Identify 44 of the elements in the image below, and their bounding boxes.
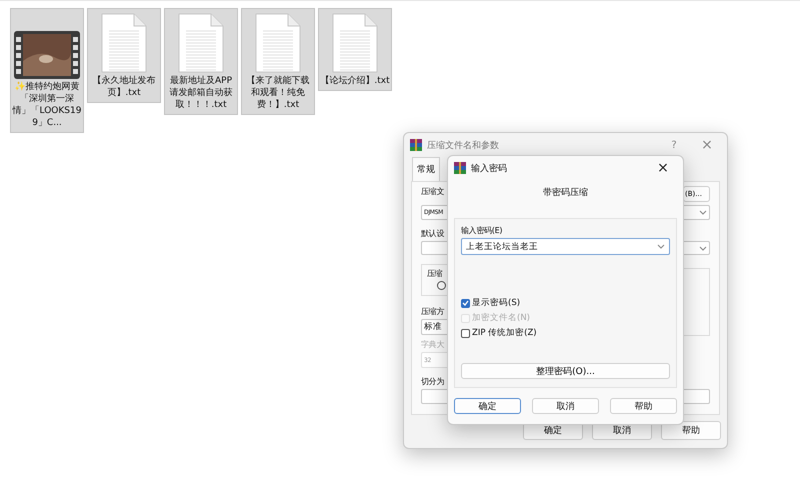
checkbox[interactable] (461, 328, 470, 338)
field-label: 压缩方 (421, 306, 444, 318)
field-label: 字典大 (421, 339, 444, 350)
checkbox-label: 加密文件名(N) (472, 312, 530, 324)
file-name: ✨推特约炮网黄「深圳第一深情」「LOOKS199」C... (12, 81, 82, 129)
close-button[interactable]: × (649, 160, 677, 176)
group-label: 压缩 (427, 268, 442, 280)
field-label: 默认设 (421, 228, 444, 239)
dialog-heading: 带密码压缩 (543, 188, 588, 198)
chevron-down-icon (657, 244, 665, 249)
video-thumbnail-icon (14, 31, 80, 79)
dialog-button[interactable]: 帮助 (610, 398, 677, 414)
chevron-down-icon (699, 210, 707, 215)
window-title: 输入密码 (471, 162, 508, 174)
field-label: 压缩文 (421, 186, 444, 197)
dialog-button[interactable]: 确定 (454, 398, 521, 414)
organize-passwords-button[interactable]: 整理密码(O)... (461, 363, 670, 379)
text-file-icon (101, 13, 147, 73)
chevron-down-icon (699, 246, 707, 250)
password-field[interactable]: 上老王论坛当老王 (461, 238, 670, 255)
dialog-button[interactable]: 取消 (532, 398, 599, 414)
file-item[interactable]: 【永久地址发布页】.txt (87, 8, 161, 103)
checkbox-label: 显示密码(S) (472, 297, 520, 309)
tab[interactable]: 常规 (412, 157, 440, 181)
file-item[interactable]: 最新地址及APP请发邮箱自动获取！！！.txt (164, 8, 238, 115)
file-item[interactable]: ✨推特约炮网黄「深圳第一深情」「LOOKS199」C... (10, 8, 84, 133)
file-name: 【来了就能下载和观看！纯免费！】.txt (246, 75, 310, 111)
checkbox-label: ZIP 传统加密(Z) (472, 327, 537, 339)
text-file-icon (178, 13, 224, 73)
field-label: 切分为 (421, 376, 444, 388)
text-file-icon (332, 13, 378, 73)
archive-app-icon (410, 139, 422, 151)
file-name: 【永久地址发布页】.txt (92, 75, 156, 99)
radio-button[interactable] (437, 281, 446, 290)
field-label: 输入密码(E) (461, 225, 502, 236)
dialog-button[interactable]: 帮助 (661, 421, 721, 440)
archive-app-icon (454, 162, 466, 174)
window-title: 压缩文件名和参数 (427, 140, 500, 152)
file-item[interactable]: 【来了就能下载和观看！纯免费！】.txt (241, 8, 315, 115)
file-item[interactable]: 【论坛介绍】.txt (318, 8, 392, 91)
file-name: 【论坛介绍】.txt (320, 75, 390, 87)
text-file-icon (255, 13, 301, 73)
file-name: 最新地址及APP请发邮箱自动获取！！！.txt (168, 75, 234, 111)
checkbox[interactable] (461, 298, 470, 308)
